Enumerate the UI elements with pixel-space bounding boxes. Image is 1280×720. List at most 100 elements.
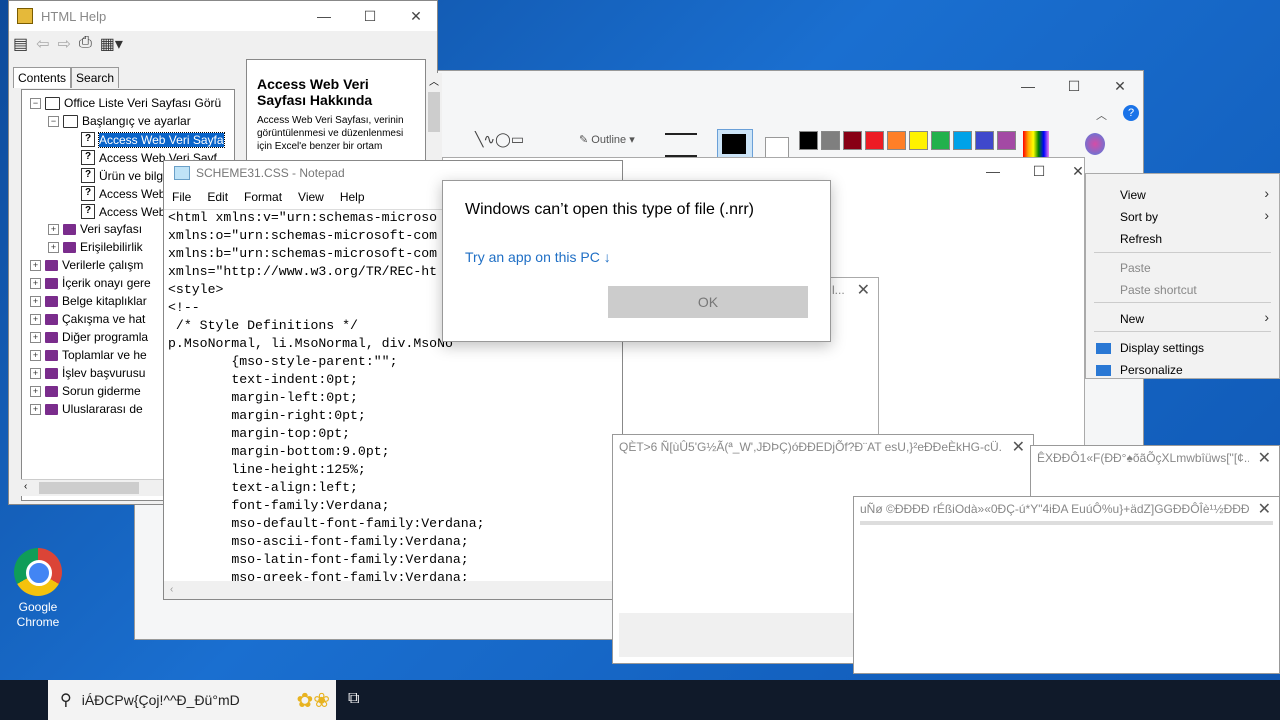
color-swatch[interactable]: [887, 131, 906, 150]
expand-icon[interactable]: +: [30, 385, 41, 397]
paint3d-icon[interactable]: [1085, 133, 1105, 155]
book-icon: [45, 259, 58, 271]
minimize-button[interactable]: —: [1005, 71, 1051, 101]
book-icon: [45, 385, 58, 397]
tree-item[interactable]: ? Ürün ve bilg: [66, 168, 163, 183]
minimize-button[interactable]: —: [973, 158, 1013, 184]
tree-item[interactable]: ? Access Web Veri Sayfa: [66, 131, 225, 148]
print-icon[interactable]: ⎙: [79, 34, 92, 54]
color-swatch[interactable]: [953, 131, 972, 150]
scroll-left-icon[interactable]: ‹: [24, 481, 27, 492]
ok-button[interactable]: OK: [608, 286, 808, 318]
tab-search[interactable]: Search: [71, 67, 120, 88]
tree-item[interactable]: + Diğer programla: [30, 330, 148, 344]
maximize-button[interactable]: ☐: [1051, 71, 1097, 101]
color-swatch[interactable]: [997, 131, 1016, 150]
shapes-icon[interactable]: ╲∿◯▭: [475, 131, 524, 148]
tree-item[interactable]: − Başlangıç ve ayarlar: [48, 114, 191, 128]
tree-item-label: Uluslararası de: [62, 402, 143, 416]
forward-icon[interactable]: ⇨: [58, 34, 71, 54]
color-swatch[interactable]: [931, 131, 950, 150]
horizontal-scrollbar[interactable]: ‹: [164, 581, 622, 599]
tree-item[interactable]: + İşlev başvurusu: [30, 366, 145, 380]
expand-icon[interactable]: +: [30, 277, 41, 289]
expand-icon[interactable]: +: [30, 259, 41, 271]
scroll-thumb[interactable]: [39, 482, 139, 494]
tree-item[interactable]: + Sorun giderme: [30, 384, 141, 398]
text-line: mso-latin-font-family:Verdana;: [168, 552, 469, 567]
menu-edit[interactable]: Edit: [207, 190, 228, 204]
edit-colors-icon[interactable]: [1023, 131, 1049, 157]
scroll-left-icon[interactable]: ‹: [170, 584, 173, 595]
color-swatch[interactable]: [821, 131, 840, 150]
collapse-icon[interactable]: −: [30, 97, 41, 109]
hide-icon[interactable]: ▤: [13, 34, 28, 54]
color-swatch[interactable]: [975, 131, 994, 150]
expand-icon[interactable]: +: [30, 403, 41, 415]
help-icon[interactable]: ?: [1123, 105, 1139, 121]
open-with-dialog[interactable]: Windows can’t open this type of file (.n…: [442, 180, 831, 342]
context-menu-item[interactable]: Refresh: [1120, 232, 1162, 246]
color-swatch[interactable]: [865, 131, 884, 150]
size-icon[interactable]: [665, 133, 697, 158]
collapse-ribbon-icon[interactable]: ︿: [1096, 107, 1107, 123]
tree-item[interactable]: + Veri sayfası: [48, 222, 142, 236]
color-swatch[interactable]: [909, 131, 928, 150]
expand-icon[interactable]: +: [30, 349, 41, 361]
close-icon[interactable]: ✕: [857, 280, 870, 300]
context-menu-item[interactable]: View: [1120, 188, 1146, 202]
context-menu-item[interactable]: Paste shortcut: [1120, 283, 1197, 297]
menu-format[interactable]: Format: [244, 190, 282, 204]
tree-item[interactable]: + İçerik onayı gere: [30, 276, 151, 290]
context-menu-item[interactable]: New: [1120, 312, 1144, 326]
start-button[interactable]: [0, 680, 48, 720]
expand-icon[interactable]: +: [30, 313, 41, 325]
tree-item[interactable]: + Verilerle çalışm: [30, 258, 143, 272]
tree-item[interactable]: + Toplamlar ve he: [30, 348, 147, 362]
menu-view[interactable]: View: [298, 190, 324, 204]
collapse-icon[interactable]: −: [48, 115, 59, 127]
context-menu-item[interactable]: Paste: [1120, 261, 1151, 275]
options-icon[interactable]: ▦▾: [100, 34, 123, 54]
context-menu-item[interactable]: Sort by: [1120, 210, 1158, 224]
close-icon[interactable]: ✕: [1012, 437, 1025, 457]
outline-button[interactable]: ✎ Outline ▾: [579, 133, 635, 146]
task-view-icon[interactable]: ⧉: [348, 690, 359, 708]
context-menu-item[interactable]: Personalize: [1120, 363, 1183, 377]
vertical-scrollbar[interactable]: ︿: [426, 73, 442, 173]
tree-item[interactable]: + Erişilebilirlik: [48, 240, 143, 254]
tab-contents[interactable]: Contents: [13, 67, 72, 88]
expand-icon[interactable]: +: [48, 241, 59, 253]
scroll-thumb[interactable]: [428, 92, 440, 132]
tree-item[interactable]: ? Access Web: [66, 204, 165, 219]
tree-item[interactable]: + Uluslararası de: [30, 402, 143, 416]
expand-icon[interactable]: +: [48, 223, 59, 235]
menu-help[interactable]: Help: [340, 190, 365, 204]
close-icon[interactable]: ✕: [1258, 448, 1271, 468]
book-icon: [45, 295, 58, 307]
maximize-button[interactable]: ☐: [1019, 158, 1059, 184]
tree-item[interactable]: ? Access Web: [66, 186, 165, 201]
close-button[interactable]: ✕: [393, 1, 439, 31]
maximize-button[interactable]: ☐: [347, 1, 393, 31]
color-swatch[interactable]: [843, 131, 862, 150]
context-menu-item[interactable]: Display settings: [1120, 341, 1204, 355]
back-icon[interactable]: ⇦: [36, 34, 49, 54]
try-app-link[interactable]: Try an app on this PC ↓: [465, 249, 611, 265]
color-swatch[interactable]: [799, 131, 818, 150]
close-icon[interactable]: ✕: [1258, 499, 1271, 519]
expand-icon[interactable]: +: [30, 295, 41, 307]
scroll-up-icon[interactable]: ︿: [426, 73, 442, 88]
tree-item-label: Access Web: [99, 204, 166, 219]
tree-item[interactable]: − Office Liste Veri Sayfası Görü: [30, 96, 221, 110]
minimize-button[interactable]: —: [301, 1, 347, 31]
expand-icon[interactable]: +: [30, 331, 41, 343]
tree-item[interactable]: + Çakışma ve hat: [30, 312, 145, 326]
chrome-desktop-icon[interactable]: Google Chrome: [10, 548, 66, 630]
tree-item[interactable]: + Belge kitaplıklar: [30, 294, 147, 308]
window-title: HTML Help: [41, 8, 107, 24]
expand-icon[interactable]: +: [30, 367, 41, 379]
close-button[interactable]: ✕: [1097, 71, 1143, 101]
taskbar-search[interactable]: ⚲ iÁÐCPw{Çoj!^^Ð_Ðü°mD ✿❀: [48, 680, 336, 720]
menu-file[interactable]: File: [172, 190, 191, 204]
